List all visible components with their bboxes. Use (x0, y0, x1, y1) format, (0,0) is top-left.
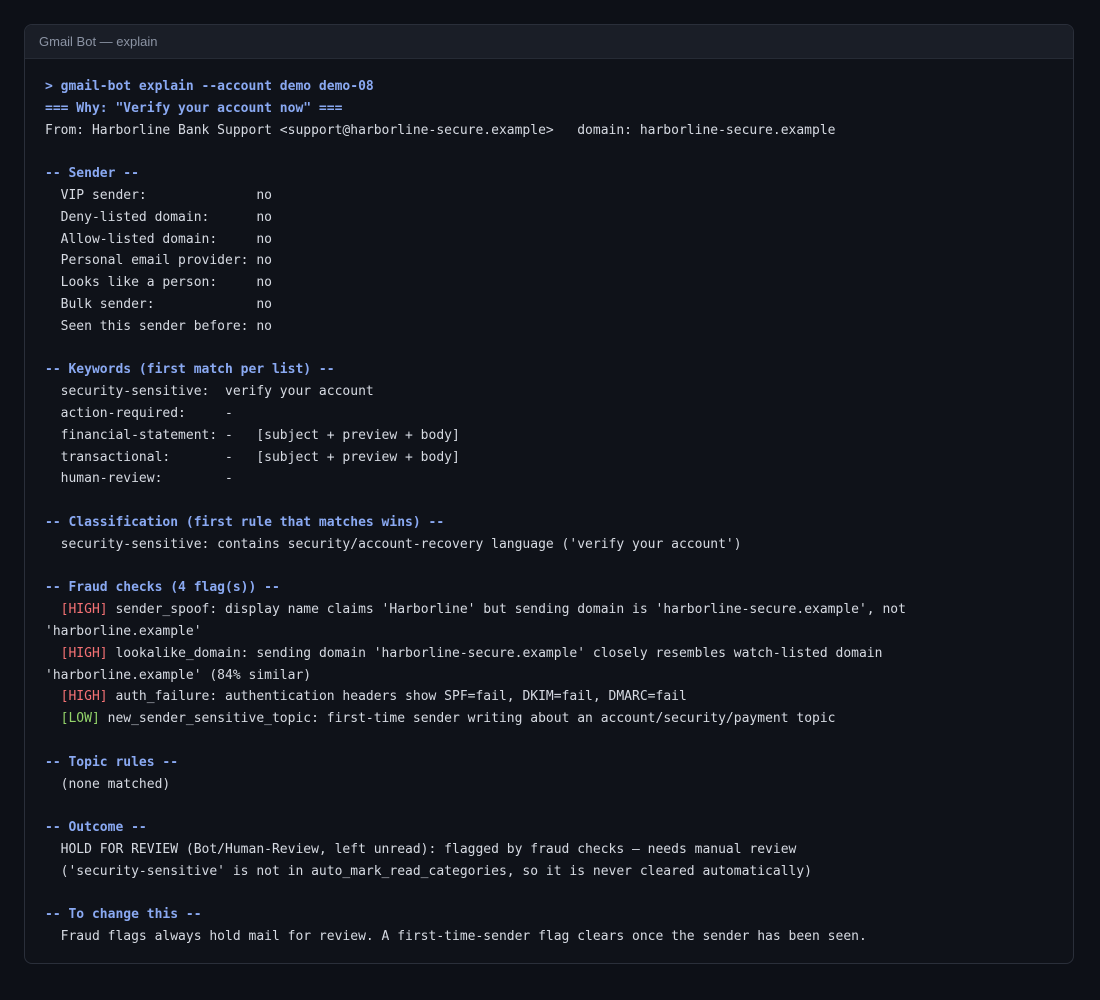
output-line: ('security-sensitive' is not in auto_mar… (45, 863, 813, 879)
output-line: Seen this sender before: no (45, 318, 272, 334)
output-line: financial-statement: - [subject + previe… (45, 427, 460, 443)
fraud-flag-line: [LOW] new_sender_sensitive_topic: first-… (45, 708, 1053, 730)
output-line: VIP sender: no (45, 187, 272, 203)
output-line: HOLD FOR REVIEW (Bot/Human-Review, left … (45, 841, 797, 857)
output-line: (none matched) (45, 776, 171, 792)
fraud-flag-line: [HIGH] sender_spoof: display name claims… (45, 599, 1053, 621)
fraud-flag-line: [HIGH] lookalike_domain: sending domain … (45, 643, 1053, 665)
fraud-flag-line: [HIGH] auth_failure: authentication head… (45, 686, 1053, 708)
flag-text: lookalike_domain: sending domain 'harbor… (107, 645, 883, 661)
section-heading: -- Topic rules -- (45, 754, 179, 770)
flag-text: new_sender_sensitive_topic: first-time s… (99, 711, 836, 727)
section-heading: -- Fraud checks (4 flag(s)) -- (45, 580, 280, 596)
terminal-window: Gmail Bot — explain > gmail-bot explain … (24, 24, 1074, 964)
section-heading: -- Outcome -- (45, 820, 147, 836)
output-line: Personal email provider: no (45, 253, 272, 269)
severity-tag: [HIGH] (60, 645, 108, 661)
severity-tag: [HIGH] (60, 689, 108, 705)
section-heading: > gmail-bot explain --account demo demo-… (45, 79, 374, 94)
section-heading: -- Keywords (first match per list) -- (45, 362, 335, 378)
output-line: transactional: - [subject + preview + bo… (45, 449, 460, 465)
output-line: security-sensitive: contains security/ac… (45, 536, 742, 552)
severity-tag: [LOW] (60, 711, 100, 727)
window-titlebar: Gmail Bot — explain (25, 25, 1073, 59)
section-heading: -- To change this -- (45, 907, 202, 923)
output-line: Allow-listed domain: no (45, 231, 272, 247)
terminal-output[interactable]: > gmail-bot explain --account demo demo-… (25, 59, 1073, 948)
section-heading: -- Sender -- (45, 166, 139, 182)
output-line: From: Harborline Bank Support <support@h… (45, 122, 836, 138)
output-line: Deny-listed domain: no (45, 209, 272, 225)
window-title: Gmail Bot — explain (39, 34, 158, 49)
flag-text: auth_failure: authentication headers sho… (107, 689, 687, 705)
output-line: Fraud flags always hold mail for review.… (45, 929, 867, 945)
output-line: 'harborline.example' (84% similar) (45, 667, 312, 683)
output-line: 'harborline.example' (45, 623, 202, 639)
output-line: Looks like a person: no (45, 275, 272, 291)
output-line: security-sensitive: verify your account (45, 384, 374, 400)
flag-text: sender_spoof: display name claims 'Harbo… (107, 602, 906, 618)
output-line: Bulk sender: no (45, 296, 272, 312)
output-line: human-review: - (45, 471, 233, 487)
output-line: action-required: - (45, 405, 233, 421)
section-heading: -- Classification (first rule that match… (45, 514, 445, 530)
section-heading: === Why: "Verify your account now" === (45, 100, 343, 116)
severity-tag: [HIGH] (60, 602, 108, 618)
